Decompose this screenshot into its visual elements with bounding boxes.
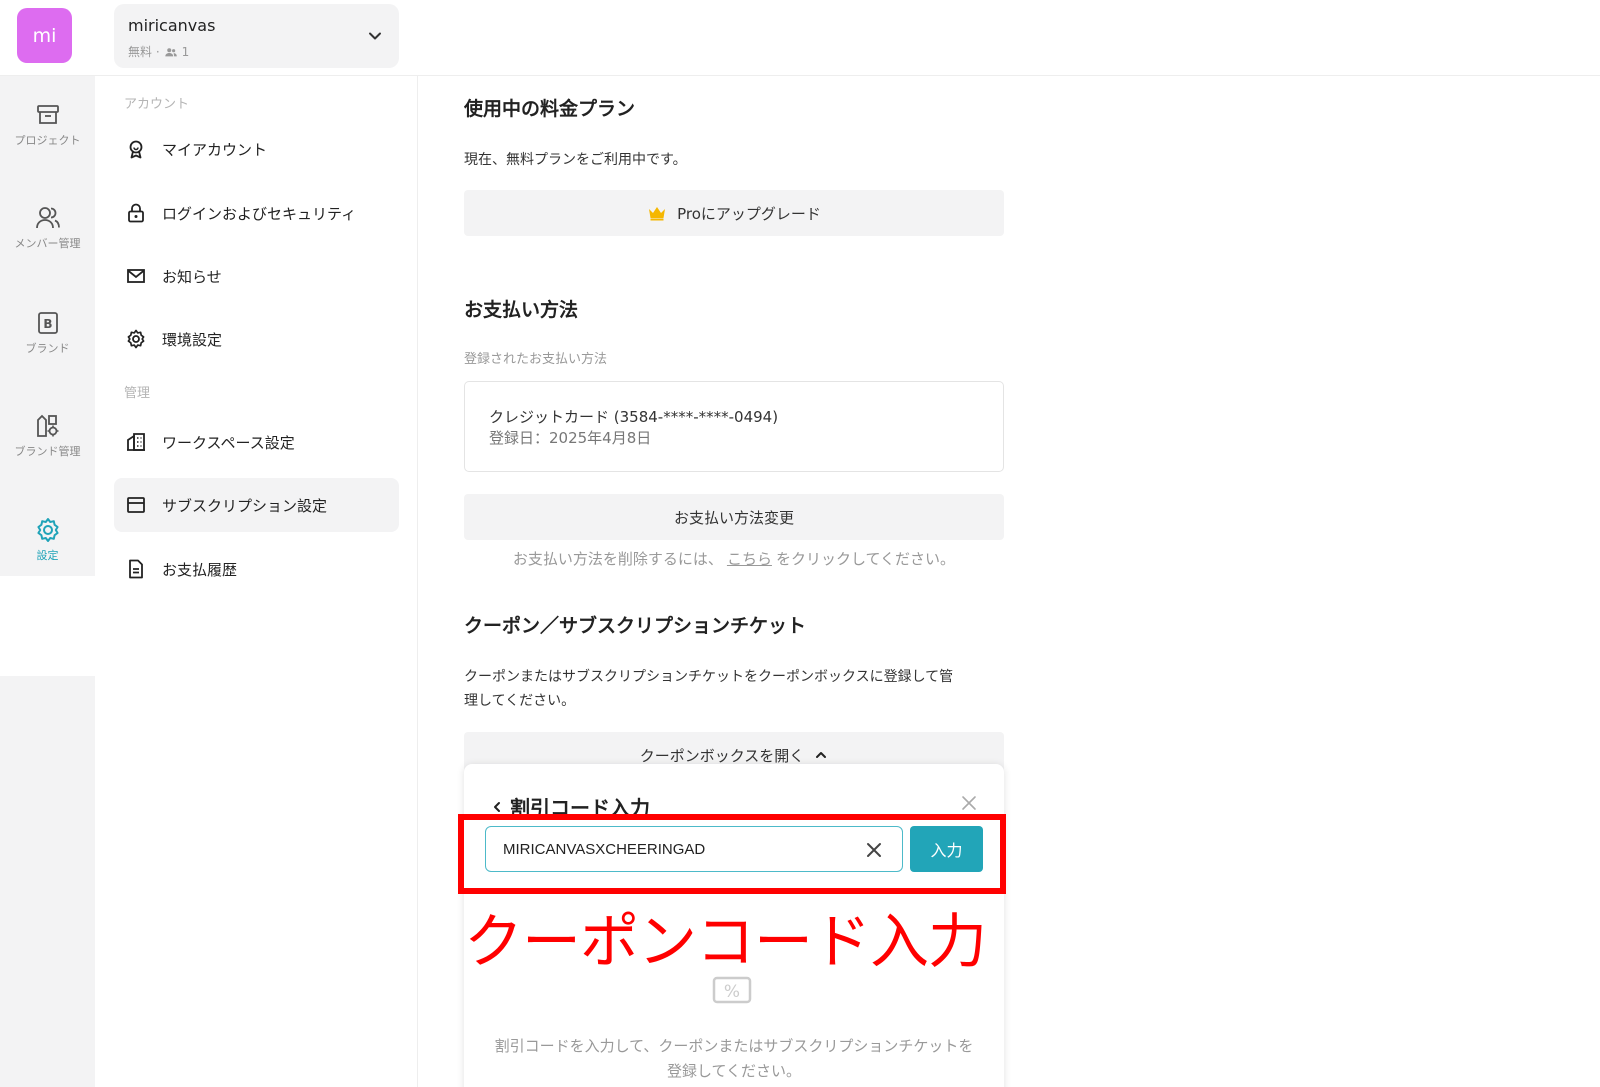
crown-icon	[649, 207, 666, 221]
app-logo[interactable]: mi	[17, 8, 72, 63]
popup-hint-line2: 登録してください。	[666, 1062, 802, 1080]
popup-hint: 割引コードを入力して、クーポンまたはサブスクリプションチケットを 登録してくださ…	[464, 1034, 1004, 1084]
menu-item-preferences[interactable]: 環境設定	[114, 312, 399, 366]
rail-item-members[interactable]: メンバー管理	[0, 204, 95, 284]
rail-label: プロジェクト	[14, 134, 81, 147]
svg-text:B: B	[43, 317, 52, 331]
members-icon	[164, 47, 177, 56]
plan-current-text: 現在、無料プランをご利用中です。	[464, 152, 687, 168]
menu-item-payment-history[interactable]: お支払履歴	[114, 542, 399, 596]
gear-icon	[36, 518, 59, 542]
side-rail: プロジェクト メンバー管理 B ブランド ブランド管理 設定	[0, 76, 95, 1087]
annotation-highlight-box	[458, 814, 1006, 894]
annotation-text: クーポンコード入力	[464, 907, 987, 976]
workspace-member-count: 1	[181, 44, 190, 59]
coupon-heading: クーポン／サブスクリプションチケット	[464, 615, 807, 637]
menu-item-label: ログインおよびセキュリティ	[162, 204, 357, 223]
menu-item-subscription-settings[interactable]: サブスクリプション設定	[114, 478, 399, 532]
card-icon	[127, 497, 145, 513]
rail-label: ブランド管理	[14, 445, 81, 458]
remove-payment-link[interactable]: こちら	[727, 550, 772, 568]
archive-box-icon	[36, 105, 59, 124]
mail-icon	[127, 269, 145, 283]
settings-menu: アカウント マイアカウント ログインおよびセキュリティ お知らせ 環境設定 管理…	[95, 76, 418, 1087]
remove-payment-prefix: お支払い方法を削除するには、	[512, 550, 723, 568]
change-payment-button[interactable]: お支払い方法変更	[464, 494, 1004, 540]
rail-label: ブランド	[25, 342, 70, 355]
menu-item-my-account[interactable]: マイアカウント	[114, 122, 399, 176]
rail-item-brand-manage[interactable]: ブランド管理	[0, 412, 95, 492]
remove-payment-suffix: をクリックしてください。	[775, 550, 956, 568]
users-icon	[35, 207, 60, 229]
menu-item-workspace-settings[interactable]: ワークスペース設定	[114, 415, 399, 469]
percent-glyph: %	[724, 982, 740, 1002]
gear-icon	[127, 329, 145, 349]
menu-item-label: お支払履歴	[162, 560, 238, 579]
menu-item-label: サブスクリプション設定	[162, 496, 328, 515]
plan-heading: 使用中の料金プラン	[464, 98, 636, 120]
menu-section-admin: 管理	[124, 386, 151, 401]
menu-item-label: お知らせ	[162, 267, 222, 286]
change-payment-label: お支払い方法変更	[673, 508, 794, 527]
chevron-up-icon	[816, 752, 827, 758]
remove-payment-note: お支払い方法を削除するには、 こちら をクリックしてください。	[464, 548, 1004, 569]
workspace-name: miricanvas	[128, 16, 216, 35]
menu-item-label: 環境設定	[162, 330, 223, 349]
document-icon	[129, 559, 143, 579]
rail-item-brand[interactable]: B ブランド	[0, 309, 95, 389]
workspace-switcher[interactable]: miricanvas 無料 · 1	[114, 4, 399, 68]
open-coupon-box-label: クーポンボックスを開く	[639, 746, 805, 765]
menu-section-account: アカウント	[124, 97, 190, 112]
menu-item-label: ワークスペース設定	[162, 433, 295, 452]
upgrade-pro-button[interactable]: Proにアップグレード	[464, 190, 1004, 236]
rail-item-settings[interactable]: 設定	[0, 516, 95, 596]
popup-hint-line1: 割引コードを入力して、クーポンまたはサブスクリプションチケットを	[494, 1037, 974, 1055]
rail-item-projects[interactable]: プロジェクト	[0, 101, 95, 181]
rail-label: メンバー管理	[14, 237, 81, 250]
menu-item-notifications[interactable]: お知らせ	[114, 249, 399, 303]
discount-code-popup: 割引コード入力 入力 クーポンコード入力 % 割引コードを入力して、クーポンまた…	[458, 764, 1006, 1087]
coupon-description-line2: 理してください。	[464, 693, 576, 709]
workspace-plan: 無料 ·	[128, 45, 160, 59]
rail-label: 設定	[36, 549, 59, 562]
chevron-down-icon	[369, 32, 381, 40]
lock-icon	[128, 203, 144, 223]
brand-manage-icon	[36, 414, 58, 437]
top-bar: mi miricanvas 無料 · 1	[0, 0, 1600, 76]
upgrade-pro-label: Proにアップグレード	[677, 204, 821, 223]
menu-item-login-security[interactable]: ログインおよびセキュリティ	[114, 186, 399, 240]
close-icon[interactable]	[960, 794, 978, 812]
brand-b-icon: B	[37, 312, 58, 334]
building-icon	[127, 433, 145, 451]
payment-heading: お支払い方法	[464, 299, 579, 321]
percent-coupon-icon: %	[712, 976, 752, 1004]
coupon-description-line1: クーポンまたはサブスクリプションチケットをクーポンボックスに登録して管	[464, 669, 954, 685]
payment-card-number: クレジットカード (3584-****-****-0494)	[489, 408, 779, 426]
payment-registered-label: 登録されたお支払い方法	[464, 352, 608, 367]
workspace-meta: 無料 · 1	[128, 43, 189, 60]
menu-item-label: マイアカウント	[162, 140, 268, 159]
payment-registered-date: 登録日：2025年4月8日	[489, 429, 652, 447]
account-badge-icon	[129, 140, 143, 159]
chevron-left-icon	[494, 801, 500, 812]
payment-method-card: クレジットカード (3584-****-****-0494) 登録日：2025年…	[464, 381, 1004, 472]
